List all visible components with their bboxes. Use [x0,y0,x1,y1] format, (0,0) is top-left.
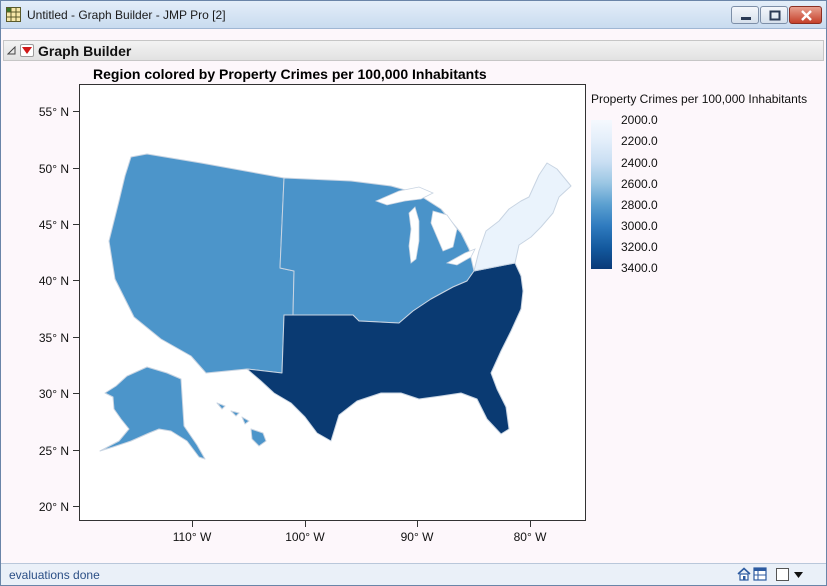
y-tick-label: 55° N [39,105,69,119]
y-tick-label: 35° N [39,331,69,345]
x-tick-label: 90° W [401,530,434,544]
x-tick-labels: 110° W 100° W 90° W 80° W [173,530,547,544]
x-axis [192,521,531,527]
legend-tick-label: 3000.0 [621,219,658,233]
checkbox-icon[interactable] [776,568,789,581]
legend-color-scale[interactable] [591,120,612,269]
legend-tick-label: 3200.0 [621,240,658,254]
y-tick-label: 20° N [39,500,69,514]
y-tick-label: 50° N [39,162,69,176]
legend-title: Property Crimes per 100,000 Inhabitants [591,92,808,106]
legend-tick-label: 2400.0 [621,156,658,170]
legend-tick-label: 2800.0 [621,198,658,212]
legend-tick-label: 2000.0 [621,113,658,127]
home-icon[interactable] [737,567,751,581]
status-text: evaluations done [9,568,100,582]
x-tick-label: 110° W [173,530,212,544]
status-bar: evaluations done [1,563,826,585]
data-table-icon[interactable] [753,567,767,581]
y-tick-label: 25° N [39,444,69,458]
map-graph: 55° N 50° N 45° N 40° N 35° N 30° N 25° … [39,84,586,544]
legend-tick-label: 2200.0 [621,134,658,148]
legend-tick-label: 3400.0 [621,261,658,275]
y-tick-labels: 55° N 50° N 45° N 40° N 35° N 30° N 25° … [39,105,69,514]
x-tick-label: 80° W [514,530,547,544]
dropdown-arrow-icon[interactable] [794,572,803,578]
y-tick-label: 40° N [39,274,69,288]
y-tick-label: 30° N [39,387,69,401]
legend-tick-label: 2600.0 [621,177,658,191]
y-axis [73,111,79,507]
x-tick-label: 100° W [285,530,325,544]
graph-builder-window: Untitled - Graph Builder - JMP Pro [2] G… [0,0,827,586]
y-tick-label: 45° N [39,218,69,232]
